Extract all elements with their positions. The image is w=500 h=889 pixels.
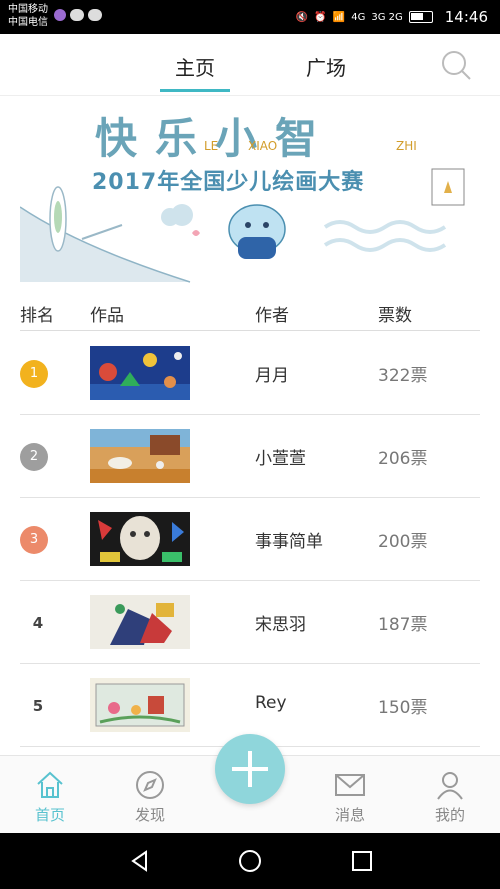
status-bar: 中国移动 中国电信 🔇 ⏰ 📶 4G 3G 2G 14:46	[0, 0, 500, 34]
ranking-list: 1 月月 322票 2 小萱萱 206票 3 事事简单 200票 4 宋思羽 1…	[20, 332, 480, 747]
app-notification-icon	[54, 9, 66, 21]
banner-subtitle: 2017年全国少儿绘画大赛	[92, 170, 365, 195]
person-icon	[437, 772, 463, 800]
nav-discover[interactable]: 发现	[120, 770, 180, 825]
author-name: Rey	[255, 693, 287, 713]
vote-count: 206票	[378, 449, 428, 469]
rank-number: 4	[32, 614, 44, 632]
tab-home[interactable]: 主页	[150, 52, 240, 81]
header-artwork: 作品	[90, 306, 124, 326]
pinyin-le: LE	[204, 139, 219, 153]
top-tab-bar: 主页 广场	[0, 34, 500, 96]
table-row[interactable]: 4 宋思羽 187票	[20, 581, 480, 664]
pinyin-zhi: ZHI	[396, 139, 417, 153]
battery-icon	[408, 11, 433, 23]
add-post-button[interactable]	[215, 734, 285, 804]
recent-apps-icon[interactable]	[350, 849, 374, 873]
author-name: 事事简单	[255, 532, 323, 552]
vote-count: 187票	[378, 615, 428, 635]
vote-count: 200票	[378, 532, 428, 552]
nav-discover-label: 发现	[134, 806, 165, 824]
author-name: 宋思羽	[255, 615, 306, 635]
pinyin-xiao: XIAO	[248, 139, 278, 153]
chat-icon	[70, 9, 84, 21]
network-3g2g: 3G 2G	[371, 11, 403, 23]
rank-badge-gold: 1	[20, 360, 48, 388]
carrier-2: 中国电信	[8, 17, 48, 28]
artwork-thumbnail[interactable]	[90, 595, 190, 649]
nav-profile-label: 我的	[434, 806, 465, 824]
table-row[interactable]: 1 月月 322票	[20, 332, 480, 415]
header-votes: 票数	[378, 306, 412, 326]
clock: 14:46	[444, 8, 488, 26]
mute-icon: 🔇	[295, 11, 309, 23]
home-icon	[37, 771, 63, 798]
nav-messages-label: 消息	[334, 806, 365, 824]
network-4g: 4G	[351, 11, 366, 23]
active-tab-indicator	[160, 89, 230, 92]
author-name: 月月	[255, 366, 289, 386]
alarm-icon: ⏰	[314, 11, 327, 23]
mail-icon	[335, 774, 365, 796]
search-icon[interactable]	[440, 49, 472, 81]
notification-icons	[54, 9, 102, 21]
artwork-thumbnail[interactable]	[90, 512, 190, 566]
ranking-table-header: 排名 作品 作者 票数	[20, 295, 480, 331]
contest-banner[interactable]: 快乐小智 LE XIAO ZHI 2017年全国少儿绘画大赛	[20, 97, 480, 287]
banner-title: 快乐小智	[95, 114, 336, 163]
nav-profile[interactable]: 我的	[420, 770, 480, 825]
nav-home-label: 首页	[34, 806, 65, 824]
vote-count: 322票	[378, 366, 428, 386]
carrier-info: 中国移动 中国电信	[8, 3, 48, 29]
vote-count: 150票	[378, 698, 428, 718]
rank-badge-bronze: 3	[20, 526, 48, 554]
author-name: 小萱萱	[255, 449, 306, 469]
back-icon[interactable]	[128, 849, 152, 873]
carrier-1: 中国移动	[8, 4, 48, 15]
artwork-thumbnail[interactable]	[90, 429, 190, 483]
wechat-icon	[88, 9, 102, 21]
rank-badge-silver: 2	[20, 443, 48, 471]
wifi-icon: 📶	[332, 11, 346, 23]
home-button-icon[interactable]	[238, 849, 262, 873]
compass-icon	[136, 771, 164, 799]
nav-messages[interactable]: 消息	[320, 770, 380, 825]
system-status: 🔇 ⏰ 📶 4G 3G 2G 14:46	[296, 8, 488, 26]
rank-number: 5	[32, 697, 44, 715]
nav-home[interactable]: 首页	[20, 770, 80, 825]
table-row[interactable]: 2 小萱萱 206票	[20, 415, 480, 498]
tab-square[interactable]: 广场	[281, 52, 371, 81]
system-navigation-bar	[0, 833, 500, 889]
header-author: 作者	[255, 306, 289, 326]
artwork-thumbnail[interactable]	[90, 678, 190, 732]
artwork-thumbnail[interactable]	[90, 346, 190, 400]
header-rank: 排名	[20, 306, 54, 326]
table-row[interactable]: 3 事事简单 200票	[20, 498, 480, 581]
